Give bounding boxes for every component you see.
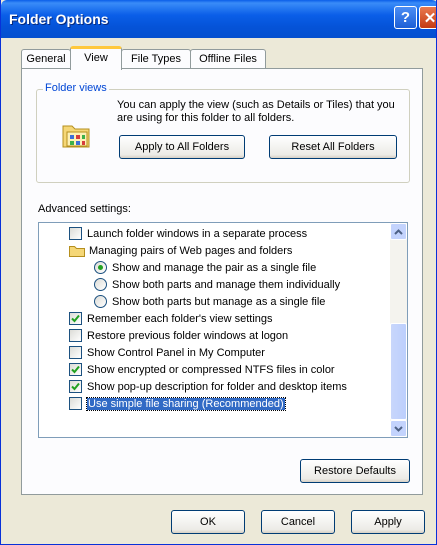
setting-launch-separate-process[interactable]: Launch folder windows in a separate proc… [69,225,307,242]
folder-views-icon [62,125,90,148]
setting-simple-file-sharing[interactable]: Use simple file sharing (Recommended) [69,395,286,412]
tab-offline-files[interactable]: Offline Files [190,49,266,69]
setting-popup-description[interactable]: Show pop-up description for folder and d… [69,378,347,395]
view-tab-panel: Folder views You can apply the view (suc… [21,68,423,495]
vertical-scrollbar[interactable] [390,223,407,437]
check-icon [71,382,80,391]
close-icon: ✕ [423,9,437,27]
title-bar[interactable]: Folder Options ? ✕ [1,0,437,38]
restore-defaults-button[interactable]: Restore Defaults [300,459,410,483]
checkbox[interactable] [69,312,82,325]
advanced-settings-label: Advanced settings: [38,203,131,215]
apply-to-all-folders-button[interactable]: Apply to All Folders [119,135,245,159]
radio-button[interactable] [94,295,107,308]
scroll-down-button[interactable] [390,420,407,437]
help-button[interactable]: ? [394,6,417,29]
apply-button[interactable]: Apply [351,510,425,534]
checkbox[interactable] [69,397,82,410]
chevron-down-icon [394,425,403,432]
folder-views-title: Folder views [43,82,109,94]
folder-views-group: Folder views You can apply the view (suc… [36,82,410,183]
ok-button[interactable]: OK [171,510,245,534]
folder-options-dialog: Folder Options ? ✕ General View File Typ… [0,0,437,545]
cancel-button[interactable]: Cancel [261,510,335,534]
radio-button[interactable] [94,278,107,291]
window-title: Folder Options [9,11,109,27]
setting-encrypted-color[interactable]: Show encrypted or compressed NTFS files … [69,361,335,378]
checkbox[interactable] [69,363,82,376]
scroll-thumb[interactable] [390,323,407,420]
folder-views-description: You can apply the view (such as Details … [117,99,395,124]
check-icon [71,314,80,323]
advanced-settings-list[interactable]: Launch folder windows in a separate proc… [38,222,408,438]
folder-icon [69,245,85,257]
checkbox[interactable] [69,380,82,393]
reset-all-folders-button[interactable]: Reset All Folders [269,135,397,159]
setting-remember-view[interactable]: Remember each folder's view settings [69,310,273,327]
option-individually[interactable]: Show both parts and manage them individu… [94,276,340,293]
tab-file-types[interactable]: File Types [121,49,191,69]
check-icon [71,365,80,374]
radio-button[interactable] [94,261,107,274]
scroll-up-button[interactable] [390,223,407,240]
tab-general[interactable]: General [21,49,71,69]
setting-show-control-panel[interactable]: Show Control Panel in My Computer [69,344,265,361]
setting-managing-pairs: Managing pairs of Web pages and folders [69,242,292,259]
option-single-file-both-parts[interactable]: Show both parts but manage as a single f… [94,293,325,310]
checkbox[interactable] [69,329,82,342]
question-mark-icon: ? [400,9,411,26]
tab-view[interactable]: View [70,46,122,70]
checkbox[interactable] [69,227,82,240]
close-button[interactable]: ✕ [419,6,437,29]
checkbox[interactable] [69,346,82,359]
setting-restore-windows[interactable]: Restore previous folder windows at logon [69,327,288,344]
chevron-up-icon [394,228,403,235]
option-single-file[interactable]: Show and manage the pair as a single fil… [94,259,316,276]
